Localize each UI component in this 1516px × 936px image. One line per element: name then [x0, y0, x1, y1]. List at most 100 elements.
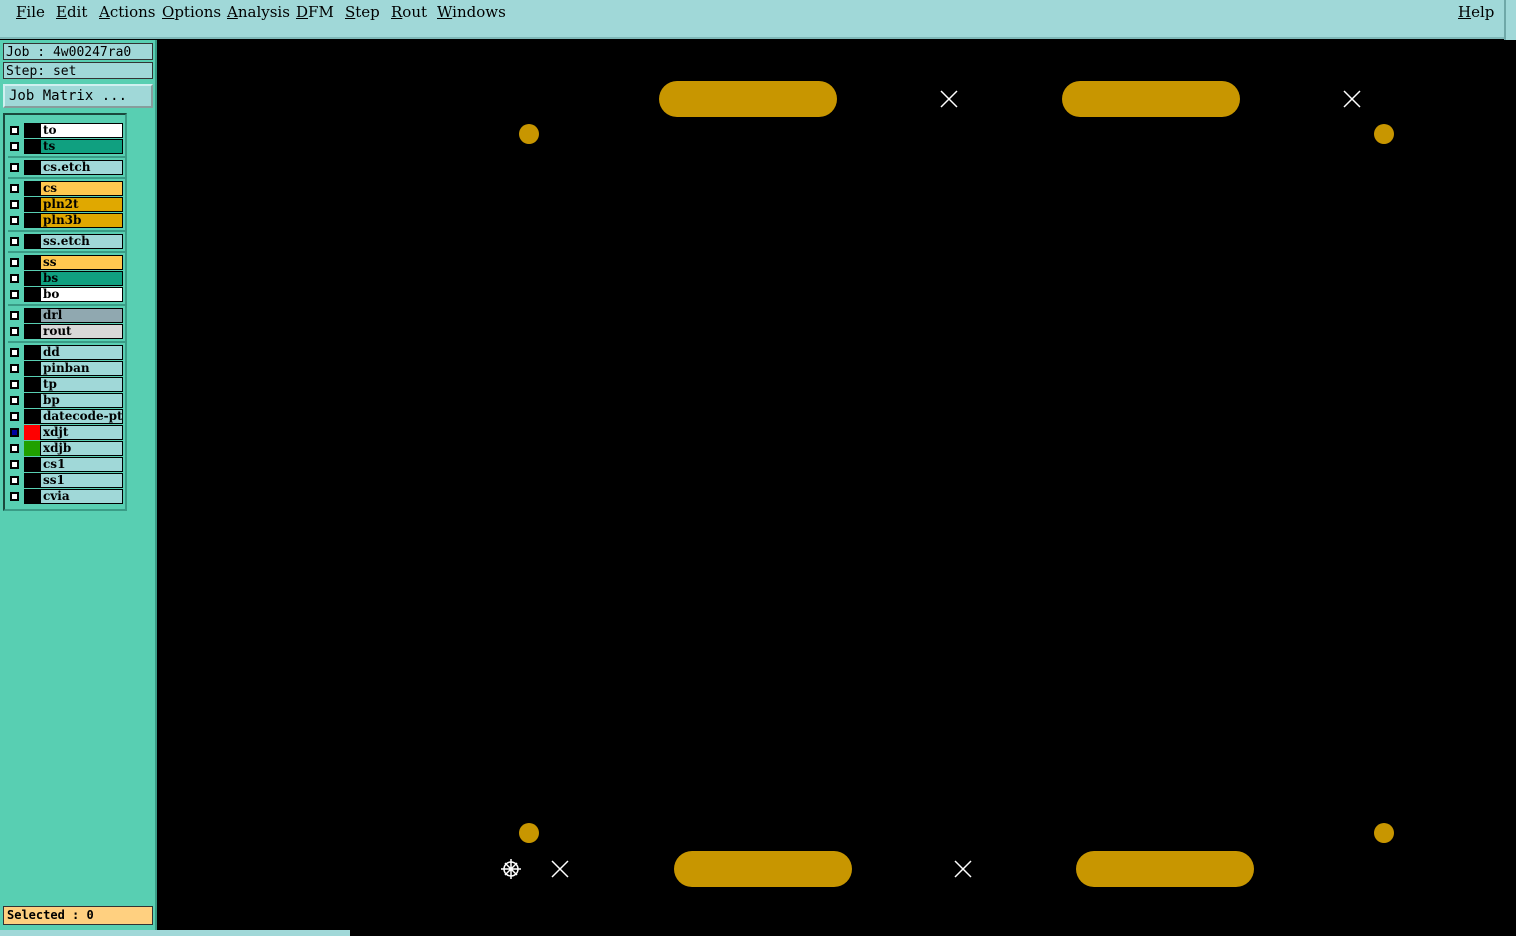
- layer-row-cs[interactable]: cs: [8, 181, 126, 196]
- layer-checkbox[interactable]: [10, 396, 19, 405]
- layer-name[interactable]: dd: [40, 345, 123, 360]
- layer-row-drl[interactable]: drl: [8, 308, 126, 323]
- layer-color-swatch[interactable]: [24, 441, 40, 456]
- layer-name[interactable]: cs.etch: [40, 160, 123, 175]
- menu-file[interactable]: File: [16, 3, 45, 21]
- layer-name[interactable]: rout: [40, 324, 123, 339]
- menu-options[interactable]: Options: [162, 3, 221, 21]
- layer-color-swatch[interactable]: [24, 308, 40, 323]
- layer-color-swatch[interactable]: [24, 489, 40, 504]
- layer-name[interactable]: bo: [40, 287, 123, 302]
- layer-checkbox[interactable]: [10, 142, 19, 151]
- layer-checkbox[interactable]: [10, 274, 19, 283]
- layer-checkbox[interactable]: [10, 476, 19, 485]
- round-pad[interactable]: [519, 124, 539, 144]
- layer-name[interactable]: cs1: [40, 457, 123, 472]
- layer-checkbox[interactable]: [10, 444, 19, 453]
- slot-pad[interactable]: [659, 81, 837, 117]
- layer-checkbox[interactable]: [10, 200, 19, 209]
- layer-name[interactable]: ss1: [40, 473, 123, 488]
- layer-row-tp[interactable]: tp: [8, 377, 126, 392]
- slot-pad[interactable]: [674, 851, 852, 887]
- layer-name[interactable]: xdjb: [40, 441, 123, 456]
- layer-color-swatch[interactable]: [24, 377, 40, 392]
- menu-step[interactable]: Step: [345, 3, 380, 21]
- layer-checkbox[interactable]: [10, 216, 19, 225]
- layer-row-to[interactable]: to: [8, 123, 126, 138]
- layer-checkbox[interactable]: [10, 460, 19, 469]
- menu-analysis[interactable]: Analysis: [227, 3, 290, 21]
- layer-color-swatch[interactable]: [24, 457, 40, 472]
- layer-row-cs1[interactable]: cs1: [8, 457, 126, 472]
- layer-color-swatch[interactable]: [24, 473, 40, 488]
- layer-color-swatch[interactable]: [24, 213, 40, 228]
- layer-row-ss1[interactable]: ss1: [8, 473, 126, 488]
- layer-row-datecode-ptc[interactable]: datecode-ptc: [8, 409, 126, 424]
- graphics-canvas[interactable]: [157, 40, 1516, 930]
- menu-edit[interactable]: Edit: [56, 3, 87, 21]
- layer-color-swatch[interactable]: [24, 139, 40, 154]
- slot-pad[interactable]: [1062, 81, 1240, 117]
- layer-checkbox[interactable]: [10, 327, 19, 336]
- layer-row-bo[interactable]: bo: [8, 287, 126, 302]
- layer-color-swatch[interactable]: [24, 255, 40, 270]
- layer-name[interactable]: pln2t: [40, 197, 123, 212]
- layer-color-swatch[interactable]: [24, 160, 40, 175]
- layer-checkbox[interactable]: [10, 412, 19, 421]
- layer-row-cvia[interactable]: cvia: [8, 489, 126, 504]
- layer-name[interactable]: datecode-ptc: [40, 409, 123, 424]
- layer-checkbox[interactable]: [10, 311, 19, 320]
- round-pad[interactable]: [519, 823, 539, 843]
- menu-rout[interactable]: Rout: [391, 3, 427, 21]
- layer-checkbox[interactable]: [10, 380, 19, 389]
- job-matrix-button[interactable]: Job Matrix ...: [3, 84, 153, 108]
- layer-checkbox[interactable]: [10, 290, 19, 299]
- layer-name[interactable]: drl: [40, 308, 123, 323]
- layer-checkbox[interactable]: [10, 428, 19, 437]
- layer-row-ss[interactable]: ss: [8, 255, 126, 270]
- round-pad[interactable]: [1374, 823, 1394, 843]
- layer-checkbox[interactable]: [10, 492, 19, 501]
- layer-color-swatch[interactable]: [24, 345, 40, 360]
- layer-color-swatch[interactable]: [24, 234, 40, 249]
- layer-name[interactable]: cs: [40, 181, 123, 196]
- layer-row-pln2t[interactable]: pln2t: [8, 197, 126, 212]
- layer-color-swatch[interactable]: [24, 425, 40, 440]
- layer-row-cs-etch[interactable]: cs.etch: [8, 160, 126, 175]
- layer-name[interactable]: tp: [40, 377, 123, 392]
- layer-checkbox[interactable]: [10, 237, 19, 246]
- menu-help[interactable]: Help: [1458, 3, 1494, 21]
- layer-name[interactable]: cvia: [40, 489, 123, 504]
- layer-row-bs[interactable]: bs: [8, 271, 126, 286]
- layer-row-pln3b[interactable]: pln3b: [8, 213, 126, 228]
- layer-color-swatch[interactable]: [24, 287, 40, 302]
- layer-color-swatch[interactable]: [24, 393, 40, 408]
- layer-row-rout[interactable]: rout: [8, 324, 126, 339]
- layer-name[interactable]: pln3b: [40, 213, 123, 228]
- round-pad[interactable]: [1374, 124, 1394, 144]
- layer-name[interactable]: ss: [40, 255, 123, 270]
- layer-color-swatch[interactable]: [24, 409, 40, 424]
- layer-name[interactable]: pinban: [40, 361, 123, 376]
- layer-color-swatch[interactable]: [24, 123, 40, 138]
- layer-color-swatch[interactable]: [24, 324, 40, 339]
- layer-color-swatch[interactable]: [24, 271, 40, 286]
- layer-name[interactable]: to: [40, 123, 123, 138]
- layer-name[interactable]: ss.etch: [40, 234, 123, 249]
- menu-actions[interactable]: Actions: [99, 3, 155, 21]
- layer-name[interactable]: ts: [40, 139, 123, 154]
- layer-row-xdjt[interactable]: xdjt: [8, 425, 126, 440]
- layer-name[interactable]: xdjt: [40, 425, 123, 440]
- layer-checkbox[interactable]: [10, 126, 19, 135]
- layer-name[interactable]: bs: [40, 271, 123, 286]
- layer-row-ts[interactable]: ts: [8, 139, 126, 154]
- layer-color-swatch[interactable]: [24, 197, 40, 212]
- layer-row-pinban[interactable]: pinban: [8, 361, 126, 376]
- layer-checkbox[interactable]: [10, 184, 19, 193]
- layer-row-dd[interactable]: dd: [8, 345, 126, 360]
- slot-pad[interactable]: [1076, 851, 1254, 887]
- layer-row-bp[interactable]: bp: [8, 393, 126, 408]
- layer-row-xdjb[interactable]: xdjb: [8, 441, 126, 456]
- layer-checkbox[interactable]: [10, 258, 19, 267]
- layer-row-ss-etch[interactable]: ss.etch: [8, 234, 126, 249]
